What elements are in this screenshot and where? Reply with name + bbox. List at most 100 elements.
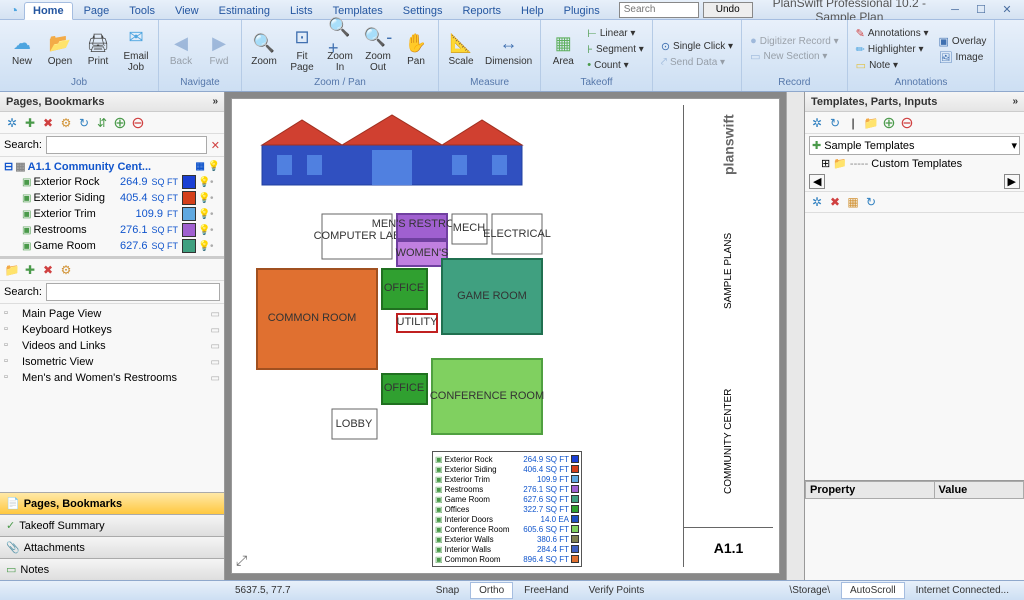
accordion-pages-bookmarks[interactable]: 📄Pages, Bookmarks (0, 492, 224, 514)
tpl-remove-icon[interactable]: ⊖ (899, 115, 915, 131)
tab-view[interactable]: View (166, 2, 208, 20)
visibility-icon[interactable]: 💡 (198, 209, 208, 220)
visibility-icon[interactable]: 💡 (198, 225, 208, 236)
single-click-button[interactable]: ⊙ Single Click ▾ (657, 39, 737, 54)
lock-icon[interactable]: • (210, 209, 220, 220)
plus-circle-icon[interactable]: ⊕ (112, 115, 128, 131)
email-job-button[interactable]: ✉EmailJob (118, 24, 154, 75)
count-button[interactable]: • Count ▾ (583, 58, 648, 72)
expand-icon[interactable]: ⊟ (4, 160, 13, 173)
lock-icon[interactable]: • (210, 177, 220, 188)
zoom-button[interactable]: 🔍Zoom (246, 29, 282, 69)
tree-expand-icon[interactable]: ⊞ (821, 157, 830, 170)
template-tree-item[interactable]: ⊞ 📁 ----- Custom Templates (809, 155, 1020, 172)
scroll-left-icon[interactable]: ◀ (809, 174, 825, 189)
status-storage[interactable]: \Storage\ (780, 582, 839, 599)
visibility-icon[interactable]: 💡 (198, 177, 208, 188)
color-swatch[interactable] (182, 191, 196, 205)
area-button[interactable]: ▦Area (545, 29, 581, 69)
fit-page-button[interactable]: ⊡FitPage (284, 24, 320, 75)
tpl-add-icon[interactable]: ⊕ (881, 115, 897, 131)
tab-reports[interactable]: Reports (453, 2, 510, 20)
bookmark-edit-icon[interactable]: ▭ (211, 373, 220, 384)
lock-icon[interactable]: • (210, 225, 220, 236)
bookmark-item[interactable]: ▫Men's and Women's Restrooms▭ (2, 370, 222, 386)
dimension-button[interactable]: ↔Dimension (481, 29, 536, 69)
status-autoscroll[interactable]: AutoScroll (841, 582, 905, 599)
parts-refresh-icon[interactable]: ↻ (863, 194, 879, 210)
settings-icon[interactable]: ⚙ (58, 115, 74, 131)
tpl-gear-icon[interactable]: ✲ (809, 115, 825, 131)
status-mode-snap[interactable]: Snap (427, 582, 468, 599)
titlebar-undo-button[interactable]: Undo (703, 2, 753, 18)
tree-item[interactable]: ▣Exterior Rock264.9SQ FT💡• (4, 174, 220, 190)
parts-grid-icon[interactable]: ▦ (845, 194, 861, 210)
delete-icon[interactable]: ✖ (40, 115, 56, 131)
vertical-scrollbar[interactable] (786, 92, 804, 580)
template-dropdown[interactable]: ✚ Sample Templates ▾ (809, 136, 1020, 155)
titlebar-search-input[interactable] (619, 2, 699, 18)
visibility-icon[interactable]: 💡 (198, 193, 208, 204)
remove-bookmark-icon[interactable]: ✖ (40, 262, 56, 278)
lock-icon[interactable]: • (210, 241, 220, 252)
segment-button[interactable]: ⊦ Segment ▾ (583, 42, 648, 57)
pan-button[interactable]: ✋Pan (398, 29, 434, 69)
bookmark-edit-icon[interactable]: ▭ (211, 341, 220, 352)
status-mode-freehand[interactable]: FreeHand (515, 582, 577, 599)
tab-lists[interactable]: Lists (281, 2, 322, 20)
tree-item[interactable]: ▣Game Room627.6SQ FT💡• (4, 238, 220, 254)
gear-icon[interactable]: ✲ (4, 115, 20, 131)
parts-gear-icon[interactable]: ✲ (809, 194, 825, 210)
status-mode-verifypoints[interactable]: Verify Points (580, 582, 654, 599)
color-swatch[interactable] (182, 175, 196, 189)
color-swatch[interactable] (182, 239, 196, 253)
parts-delete-icon[interactable]: ✖ (827, 194, 843, 210)
add-bookmark-icon[interactable]: ✚ (22, 262, 38, 278)
status-internetconnected[interactable]: Internet Connected... (907, 582, 1018, 599)
zoom-out-button[interactable]: 🔍-ZoomOut (360, 24, 396, 75)
left-panel-collapse-icon[interactable]: » (212, 96, 218, 107)
bookmark-item[interactable]: ▫Isometric View▭ (2, 354, 222, 370)
tree-item[interactable]: ▣Exterior Siding405.4SQ FT💡• (4, 190, 220, 206)
tab-estimating[interactable]: Estimating (210, 2, 279, 20)
annotations-button[interactable]: ✎ Annotations ▾ (852, 26, 933, 41)
accordion-notes[interactable]: ▭Notes (0, 558, 224, 580)
overlay-button[interactable]: ▣ Overlay (935, 34, 991, 49)
tree-item[interactable]: ▣Exterior Trim109.9FT💡• (4, 206, 220, 222)
tree-root[interactable]: ⊟ ▦ A1.1 Community Cent... ▦ 💡 (4, 159, 220, 174)
right-panel-collapse-icon[interactable]: » (1012, 96, 1018, 107)
new-button[interactable]: ☁New (4, 29, 40, 69)
maximize-icon[interactable]: ☐ (972, 3, 990, 17)
tpl-folder-icon[interactable]: 📁 (863, 115, 879, 131)
bookmark-item[interactable]: ▫Videos and Links▭ (2, 338, 222, 354)
accordion-takeoff-summary[interactable]: ✓Takeoff Summary (0, 514, 224, 536)
tree-item[interactable]: ▣Restrooms276.1SQ FT💡• (4, 222, 220, 238)
note-button[interactable]: ▭ Note ▾ (852, 58, 933, 73)
accordion-attachments[interactable]: 📎Attachments (0, 536, 224, 558)
bookmark-search-input[interactable] (46, 283, 220, 301)
color-swatch[interactable] (182, 207, 196, 221)
visibility-icon[interactable]: 💡 (198, 241, 208, 252)
clear-search-icon[interactable]: ✕ (211, 139, 220, 152)
pages-search-input[interactable] (46, 136, 207, 154)
drawing-canvas[interactable]: COMMON ROOM COMPUTER LAB MEN'S RESTROOM … (231, 98, 780, 574)
bookmark-item[interactable]: ▫Main Page View▭ (2, 306, 222, 322)
tab-plugins[interactable]: Plugins (555, 2, 609, 20)
lock-icon[interactable]: • (210, 193, 220, 204)
close-icon[interactable]: ✕ (998, 3, 1016, 17)
expand-canvas-icon[interactable]: ⤢ (236, 552, 247, 569)
scale-button[interactable]: 📐Scale (443, 29, 479, 69)
add-icon[interactable]: ✚ (22, 115, 38, 131)
linear-button[interactable]: ⊢ Linear ▾ (583, 26, 648, 41)
prop-col-value[interactable]: Value (934, 482, 1023, 499)
open-button[interactable]: 📂Open (42, 29, 78, 69)
print-button[interactable]: 🖨Print (80, 29, 116, 69)
tab-help[interactable]: Help (512, 2, 553, 20)
bookmark-edit-icon[interactable]: ▭ (211, 309, 220, 320)
status-mode-ortho[interactable]: Ortho (470, 582, 513, 599)
tab-settings[interactable]: Settings (394, 2, 452, 20)
color-swatch[interactable] (182, 223, 196, 237)
folder-icon[interactable]: 📁 (4, 262, 20, 278)
image-button[interactable]: 🖼 Image (935, 50, 991, 65)
tab-tools[interactable]: Tools (120, 2, 164, 20)
